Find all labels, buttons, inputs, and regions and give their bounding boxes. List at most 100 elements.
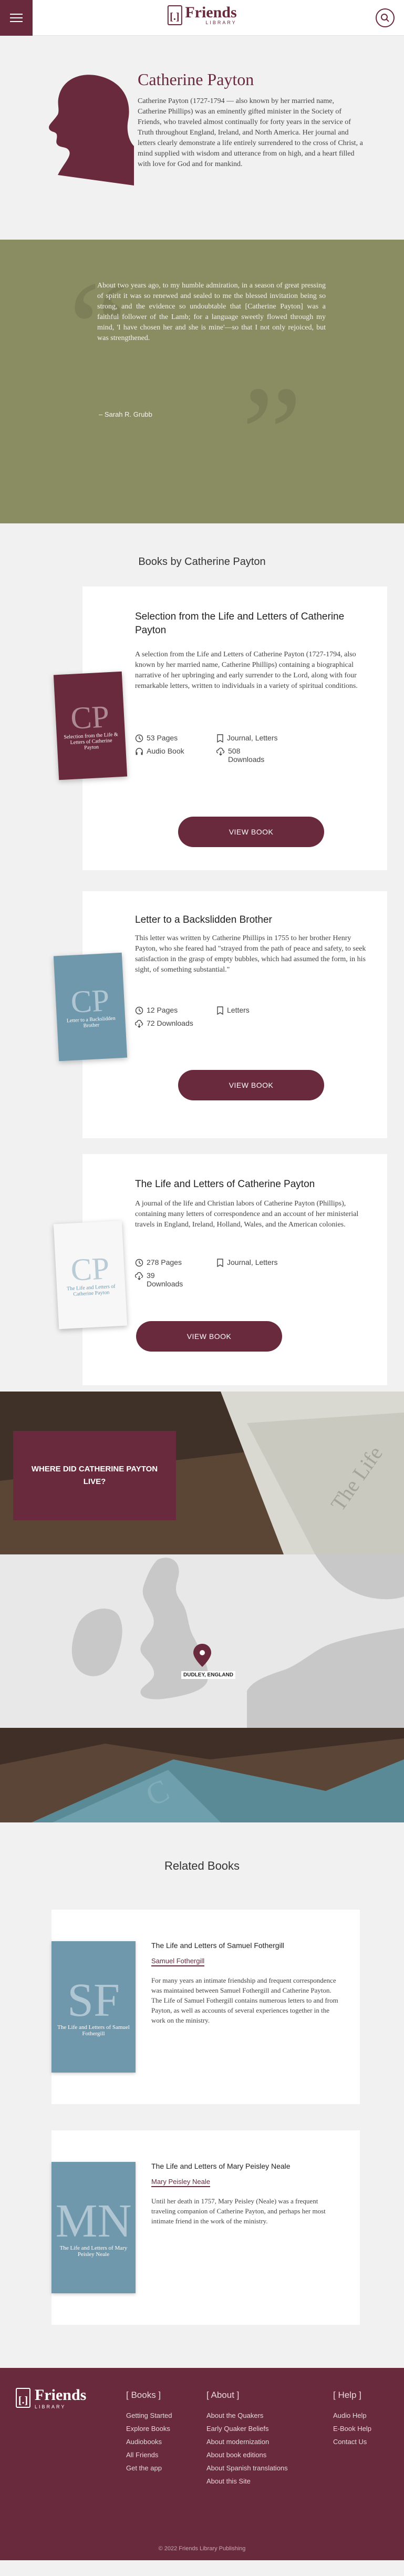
footer-link[interactable]: Contact Us	[333, 2435, 371, 2448]
related-book-author[interactable]: Mary Peisley Neale	[151, 2178, 210, 2187]
book-title[interactable]: Letter to a Backslidden Brother	[135, 913, 366, 927]
hamburger-icon	[10, 14, 23, 15]
location-map[interactable]: DUDLEY, ENGLAND	[0, 1554, 404, 1728]
author-intro: Catherine Payton Catherine Payton (1727-…	[0, 36, 404, 240]
book-cover-monogram: CP	[70, 983, 110, 1019]
footer-books-column: [ Books ] Getting Started Explore Books …	[126, 2390, 172, 2475]
location-question: WHERE DID CATHERINE PAYTON LIVE?	[13, 1431, 176, 1520]
map-location-label: DUDLEY, ENGLAND	[181, 1671, 236, 1679]
related-book-title[interactable]: The Life and Letters of Samuel Fothergil…	[151, 1941, 284, 1950]
book-cover[interactable]: CP The Life and Letters of Catherine Pay…	[53, 1220, 128, 1330]
footer-link[interactable]: Audio Help	[333, 2409, 371, 2422]
book-card: CP Letter to a Backslidden Brother Lette…	[53, 891, 387, 1138]
book-meta: 12 Pages Letters 72 Downloads	[135, 1006, 314, 1032]
bookmark-icon	[217, 1006, 223, 1015]
related-book-title[interactable]: The Life and Letters of Mary Peisley Nea…	[151, 2162, 291, 2170]
related-book-card: MN The Life and Letters of Mary Peisley …	[51, 2130, 360, 2325]
quote-cite: – Sarah R. Grubb	[99, 410, 152, 418]
footer-link[interactable]: About modernization	[206, 2435, 288, 2448]
download-icon	[135, 1019, 143, 1028]
site-header: [.] Friends LIBRARY	[0, 0, 404, 36]
book-audio: Audio Book	[147, 747, 184, 755]
books-section: Books by Catherine Payton CP Selection f…	[0, 523, 404, 1392]
clock-icon	[135, 1006, 143, 1015]
footer-logo[interactable]: [.] Friends LIBRARY	[16, 2386, 86, 2409]
book-card: CP The Life and Letters of Catherine Pay…	[53, 1154, 387, 1385]
book-downloads: 39 Downloads	[147, 1271, 183, 1288]
site-logo[interactable]: [.] Friends LIBRARY	[167, 4, 237, 25]
books-photo-background: C	[0, 1728, 404, 1822]
book-title[interactable]: Selection from the Life and Letters of C…	[135, 610, 371, 637]
related-book-description: Until her death in 1757, Mary Peisley (N…	[151, 2197, 326, 2225]
quote-section: “ ” About two years ago, to my humble ad…	[0, 240, 404, 523]
book-card: CP Selection from the Life & Letters of …	[53, 586, 387, 870]
related-book-author[interactable]: Samuel Fothergill	[151, 1957, 205, 1966]
book-category: Journal, Letters	[227, 1258, 278, 1266]
menu-button[interactable]	[0, 0, 33, 36]
author-bio: Catherine Payton (1727-1794 — also known…	[138, 97, 363, 168]
book-downloads: 508 Downloads	[228, 747, 265, 764]
books-photo-strip: C	[0, 1728, 404, 1822]
book-description: A selection from the Life and Letters of…	[135, 651, 358, 690]
headphones-icon	[136, 748, 143, 755]
download-icon	[135, 1272, 143, 1280]
close-quote-mark: ”	[242, 358, 303, 510]
location-banner: The Life WHERE DID CATHERINE PAYTON LIVE…	[0, 1392, 404, 1554]
view-book-button[interactable]: VIEW BOOK	[178, 1070, 324, 1100]
clock-icon	[135, 734, 143, 743]
footer-link[interactable]: Getting Started	[126, 2409, 172, 2422]
footer-logo-sub: LIBRARY	[35, 2404, 66, 2409]
footer-help-heading: [ Help ]	[333, 2390, 361, 2400]
footer-about-heading: [ About ]	[206, 2390, 240, 2400]
books-heading: Books by Catherine Payton	[138, 556, 266, 568]
footer-link[interactable]: Explore Books	[126, 2422, 172, 2435]
download-icon	[216, 747, 225, 756]
book-cover[interactable]: CP Letter to a Backslidden Brother	[53, 952, 128, 1062]
footer-link[interactable]: E-Book Help	[333, 2422, 371, 2435]
view-book-button[interactable]: VIEW BOOK	[136, 1321, 282, 1352]
footer-about-column: [ About ] About the Quakers Early Quaker…	[206, 2390, 288, 2488]
book-description: A journal of the life and Christian labo…	[135, 1200, 359, 1229]
footer-link[interactable]: Get the app	[126, 2461, 172, 2475]
related-cover-monogram: SF	[67, 1974, 120, 2026]
book-category: Letters	[227, 1006, 250, 1014]
footer-link[interactable]: About the Quakers	[206, 2409, 288, 2422]
footer-link[interactable]: Audiobooks	[126, 2435, 172, 2448]
book-downloads: 72 Downloads	[147, 1019, 193, 1027]
bookmark-icon	[217, 1259, 223, 1267]
book-pages: 12 Pages	[147, 1006, 178, 1014]
footer-link[interactable]: About this Site	[206, 2475, 288, 2488]
quote-text: About two years ago, to my humble admira…	[97, 282, 326, 342]
related-books-section: Related Books SF The Life and Letters of…	[0, 1822, 404, 2368]
book-cover-monogram: CP	[69, 698, 110, 736]
author-silhouette	[49, 75, 134, 186]
book-pages: 278 Pages	[147, 1258, 182, 1266]
related-book-cover[interactable]: SF The Life and Letters of Samuel Fother…	[51, 1941, 136, 2073]
related-book-cover[interactable]: MN The Life and Letters of Mary Peisley …	[51, 2162, 136, 2293]
book-title[interactable]: The Life and Letters of Catherine Payton	[135, 1178, 366, 1191]
footer-link[interactable]: Early Quaker Beliefs	[206, 2422, 288, 2435]
copyright: © 2022 Friends Library Publishing	[158, 2546, 246, 2552]
book-meta: 53 Pages Journal, Letters Audio Book 508…	[135, 734, 314, 768]
site-footer: [.] Friends LIBRARY [ Books ] Getting St…	[0, 2368, 404, 2560]
related-book-card: SF The Life and Letters of Samuel Fother…	[51, 1910, 360, 2104]
footer-help-column: [ Help ] Audio Help E-Book Help Contact …	[333, 2390, 371, 2448]
footer-link[interactable]: About book editions	[206, 2448, 288, 2461]
map-graphic	[0, 1554, 404, 1728]
footer-books-heading: [ Books ]	[126, 2390, 161, 2400]
bookmark-icon	[217, 734, 223, 743]
search-button[interactable]	[376, 8, 395, 27]
footer-link[interactable]: About Spanish translations	[206, 2461, 288, 2475]
related-heading: Related Books	[164, 1859, 240, 1872]
search-icon	[381, 14, 389, 22]
logo-mark: [.]	[167, 5, 182, 25]
book-cover[interactable]: CP Selection from the Life & Letters of …	[53, 671, 128, 780]
logo-word: Friends	[185, 4, 237, 21]
footer-link[interactable]: All Friends	[126, 2448, 172, 2461]
author-name: Catherine Payton	[138, 70, 254, 89]
view-book-button[interactable]: VIEW BOOK	[178, 817, 324, 847]
related-book-description: For many years an intimate friendship an…	[151, 1976, 338, 2024]
book-cover-monogram: CP	[70, 1251, 110, 1287]
book-category: Journal, Letters	[227, 734, 278, 742]
clock-icon	[135, 1259, 143, 1267]
